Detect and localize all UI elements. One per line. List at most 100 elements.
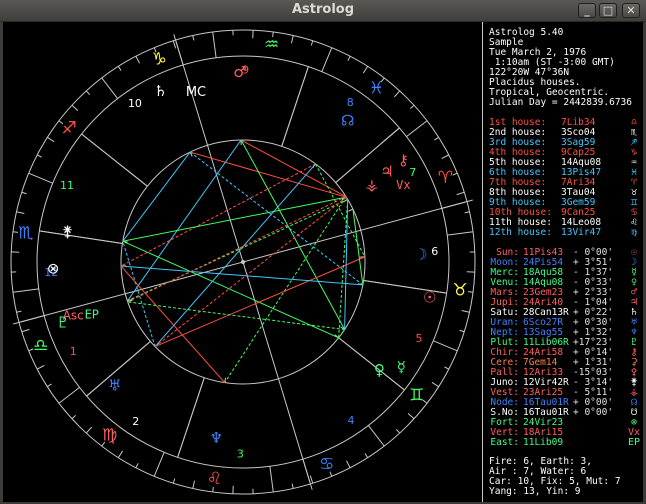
house-cusp xyxy=(338,337,405,391)
degree-tick xyxy=(347,55,351,61)
uranus-icon: ♅ xyxy=(108,376,121,394)
house-number: 10 xyxy=(128,97,142,110)
vesta-icon: ⚶ xyxy=(365,176,378,194)
house-number: 8 xyxy=(347,96,354,109)
degree-tick xyxy=(467,291,474,293)
aspect-line xyxy=(189,151,364,286)
degree-tick xyxy=(290,35,294,44)
degree-tick xyxy=(291,483,294,489)
cancer-icon: ♋ xyxy=(319,454,334,474)
saturn-icon: ♄ xyxy=(154,82,167,100)
info-panel: Astrolog 5.40 Sample Tue March 2, 1976 1:1… xyxy=(483,22,643,502)
title-bar[interactable]: Astrolog _ □ ✕ xyxy=(0,0,646,22)
venus-icon: ♀ xyxy=(374,361,385,379)
degree-tick xyxy=(410,104,415,110)
house-value: 13Vir47 xyxy=(561,227,602,238)
degree-tick xyxy=(12,288,39,293)
house-number: 4 xyxy=(348,414,355,427)
degree-tick xyxy=(36,364,45,370)
degree-tick xyxy=(101,77,118,99)
maximize-button[interactable]: □ xyxy=(599,3,617,18)
degree-tick xyxy=(364,453,369,458)
degree-tick xyxy=(309,475,314,484)
degree-tick xyxy=(407,412,415,420)
degree-tick xyxy=(362,66,369,74)
degree-tick xyxy=(21,191,27,195)
degree-tick xyxy=(135,55,141,64)
degree-tick xyxy=(192,480,196,489)
center-point xyxy=(241,260,245,264)
planet-tick xyxy=(348,208,354,212)
degree-tick xyxy=(85,426,93,434)
degree-tick xyxy=(464,211,470,214)
degree-tick xyxy=(444,366,450,370)
degree-tick xyxy=(28,172,53,184)
fortune-icon: ⊗ xyxy=(47,259,60,277)
degree-tick xyxy=(58,387,80,404)
summary-line: Yang: 13, Yin: 9 xyxy=(489,486,581,497)
neptune-icon: ♆ xyxy=(210,429,223,447)
aspect-line xyxy=(122,151,191,242)
gemini-icon: ♊ xyxy=(409,385,424,405)
house-number: 6 xyxy=(431,245,438,258)
aspect-line xyxy=(127,301,345,331)
degree-tick xyxy=(71,414,76,420)
aquarius-icon: ♒ xyxy=(264,35,279,55)
moon-icon: ☽ xyxy=(414,246,427,264)
virgo-icon: ♍ xyxy=(102,426,117,446)
degree-tick xyxy=(459,329,465,333)
planet-label: East: xyxy=(490,437,519,448)
degree-tick xyxy=(47,383,52,388)
house-number: 1 xyxy=(70,345,77,358)
degree-tick xyxy=(452,172,458,176)
house-label: 12th house: xyxy=(489,227,552,238)
degree-tick xyxy=(135,463,139,469)
aspect-line xyxy=(122,241,156,347)
house-cusp xyxy=(81,133,148,187)
degree-tick xyxy=(433,340,458,352)
planet-latitude: + 0°00' xyxy=(573,407,614,418)
chiron-icon: ⚷ xyxy=(398,151,409,169)
house-cusp xyxy=(177,377,205,458)
degree-tick xyxy=(85,90,91,95)
scorpio-icon: ♏ xyxy=(18,223,33,243)
degree-tick xyxy=(310,40,314,46)
degree-tick xyxy=(345,460,351,469)
node-icon: ☊ xyxy=(341,112,354,130)
aries-icon: ♈ xyxy=(438,168,453,188)
capricorn-icon: ♑ xyxy=(152,50,167,70)
close-button[interactable]: ✕ xyxy=(622,3,640,18)
degree-tick xyxy=(172,478,176,484)
degree-tick xyxy=(447,231,474,236)
jupiter-icon: ♃ xyxy=(380,163,393,181)
house-number: 3 xyxy=(237,447,244,460)
degree-tick xyxy=(431,381,439,388)
degree-tick xyxy=(441,154,450,160)
house-number: 2 xyxy=(132,415,139,428)
minimize-button[interactable]: _ xyxy=(578,3,596,18)
sagittarius-icon: ♐ xyxy=(62,119,77,139)
aspect-line xyxy=(154,163,316,347)
juno-icon: ⚵ xyxy=(62,223,73,241)
aspect-line xyxy=(126,139,242,302)
degree-tick xyxy=(47,136,55,143)
taurus-icon: ♉ xyxy=(453,281,468,301)
mercury-icon: ☿ xyxy=(397,358,406,376)
pluto-icon: ♇ xyxy=(56,314,69,332)
chart-wheel[interactable]: ♎♍♌♋♊♉♈♓♒♑♐♏123456789101112AscMC♄♂♀☊⚷♃⚶☽… xyxy=(3,22,483,502)
leo-icon: ♌ xyxy=(207,469,222,489)
house-cusp xyxy=(39,230,123,245)
degree-tick xyxy=(192,35,195,41)
vertex-icon: Vx xyxy=(396,178,410,192)
degree-tick xyxy=(172,40,177,49)
degree-tick xyxy=(71,104,79,112)
aspect-line xyxy=(121,265,363,286)
degree-tick xyxy=(461,309,470,313)
degree-tick xyxy=(269,466,274,493)
mc-label: MC xyxy=(186,85,206,100)
degree-tick xyxy=(153,452,165,477)
degree-tick xyxy=(12,231,19,233)
aspect-line xyxy=(122,240,339,339)
degree-tick xyxy=(117,450,124,458)
chart-window[interactable]: ♎ ♍ ♌ ♋ ♊ ♉ ♈ ♓ ♒ ♑ ♐ ♏ 1 2 3 4 5 6 7 8 9 10 11 12 Asc MC ♄ ♂ ♀ ☊ ⚷ ♃ ⚶ ☽… xyxy=(3,22,643,502)
